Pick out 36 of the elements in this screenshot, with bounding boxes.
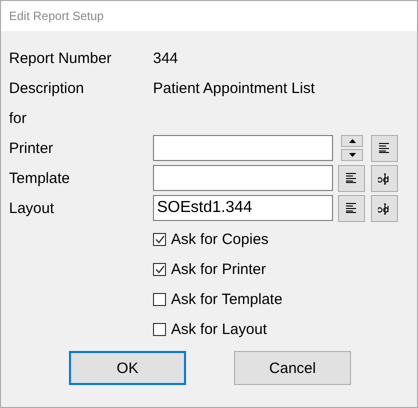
text-cursor-icon bbox=[378, 201, 392, 215]
field-label: Layout bbox=[8, 200, 56, 216]
checkbox-option[interactable]: Ask for Template bbox=[153, 284, 417, 314]
list-button[interactable] bbox=[338, 164, 365, 192]
down-arrow-icon bbox=[348, 153, 356, 157]
checkbox[interactable] bbox=[153, 322, 166, 336]
edit-button[interactable] bbox=[371, 164, 398, 192]
lines-icon bbox=[346, 173, 357, 183]
ok-button[interactable]: OK bbox=[69, 351, 186, 385]
lines-icon bbox=[379, 143, 390, 153]
checkbox-option[interactable]: Ask for Printer bbox=[153, 254, 417, 284]
checkbox-option[interactable]: Ask for Copies bbox=[153, 224, 417, 254]
checkbox[interactable] bbox=[153, 262, 166, 276]
field-label: Printer bbox=[8, 140, 54, 156]
field-label: Report Number bbox=[8, 50, 113, 66]
input-field[interactable]: SOEstd1.344 bbox=[153, 195, 333, 221]
field-label: Description bbox=[8, 80, 86, 96]
input-field[interactable] bbox=[153, 135, 333, 161]
up-arrow-icon bbox=[348, 139, 356, 143]
checkbox[interactable] bbox=[153, 292, 166, 306]
field-label: Template bbox=[8, 170, 71, 186]
text-cursor-icon bbox=[378, 171, 392, 185]
input-field[interactable] bbox=[153, 165, 333, 191]
field-value: Patient Appointment List bbox=[153, 80, 315, 96]
list-button[interactable] bbox=[371, 134, 398, 162]
cancel-button[interactable]: Cancel bbox=[234, 351, 351, 385]
checkbox[interactable] bbox=[153, 232, 166, 246]
checkbox-option[interactable]: Ask for Layout bbox=[153, 314, 417, 344]
field-value: 344 bbox=[153, 50, 178, 66]
spin-down-button[interactable] bbox=[341, 149, 363, 161]
lines-icon bbox=[346, 203, 357, 213]
edit-button[interactable] bbox=[371, 194, 398, 222]
field-label: for bbox=[8, 110, 28, 126]
window-title: Edit Report Setup bbox=[9, 9, 104, 23]
list-button[interactable] bbox=[338, 194, 365, 222]
spin-up-button[interactable] bbox=[341, 135, 363, 147]
